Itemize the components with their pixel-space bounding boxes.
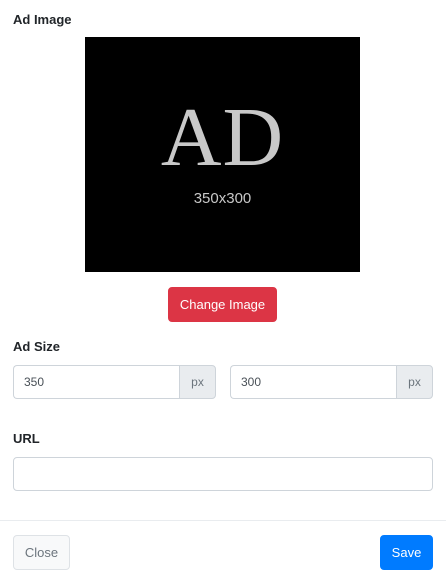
ad-preview-big-text: AD xyxy=(160,91,285,184)
modal-footer-divider xyxy=(0,520,446,521)
ad-size-label: Ad Size xyxy=(13,339,60,354)
save-button[interactable]: Save xyxy=(380,535,433,570)
ad-image-preview: AD 350x300 xyxy=(85,37,360,272)
ad-height-unit: px xyxy=(396,365,433,399)
ad-width-input[interactable]: 350 xyxy=(13,365,179,399)
url-input[interactable] xyxy=(13,457,433,491)
ad-edit-modal: Ad Image AD 350x300 Change Image Ad Size… xyxy=(0,0,446,586)
change-image-button[interactable]: Change Image xyxy=(168,287,277,322)
ad-width-unit: px xyxy=(179,365,216,399)
ad-width-input-group: 350 px xyxy=(13,365,216,399)
ad-preview-dimensions: 350x300 xyxy=(193,190,252,207)
close-button[interactable]: Close xyxy=(13,535,70,570)
ad-height-input-group: 300 px xyxy=(230,365,433,399)
ad-height-input[interactable]: 300 xyxy=(230,365,396,399)
ad-image-label: Ad Image xyxy=(13,12,72,27)
url-label: URL xyxy=(13,431,40,446)
